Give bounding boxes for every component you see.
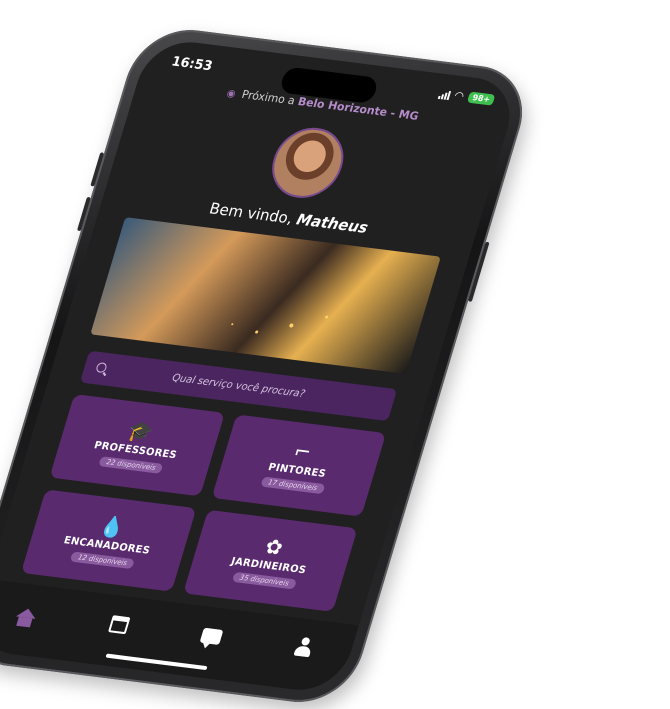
service-count: 12 disponíveis xyxy=(69,550,136,569)
welcome-name: Matheus xyxy=(294,210,371,237)
hero-spark xyxy=(230,322,234,326)
nav-chat[interactable] xyxy=(186,619,237,652)
status-icons: ◠ 98+ xyxy=(437,88,496,106)
hero-spark xyxy=(288,322,295,328)
service-card-encanadores[interactable]: 💧 ENCANADORES 12 disponíveis xyxy=(20,489,196,592)
service-card-pintores[interactable]: ⌐ PINTORES 17 disponíveis xyxy=(211,414,387,517)
location-pin-icon: ◉ xyxy=(225,88,238,100)
graduation-cap-icon: 🎓 xyxy=(125,417,157,445)
avatar[interactable] xyxy=(262,123,352,202)
phone-mockup: 16:53 ◠ 98+ ◉ Próximo a Belo Horizonte -… xyxy=(0,23,537,709)
paint-roller-icon: ⌐ xyxy=(291,438,315,465)
service-count: 35 disponíveis xyxy=(231,571,298,589)
nav-home[interactable] xyxy=(1,596,52,629)
service-count: 22 disponíveis xyxy=(98,455,164,474)
battery-badge: 98+ xyxy=(467,91,496,106)
flower-icon: ✿ xyxy=(262,533,287,560)
service-count: 17 disponíveis xyxy=(260,475,326,494)
service-card-jardineiros[interactable]: ✿ JARDINEIROS 35 disponíveis xyxy=(182,509,358,612)
hero-spark xyxy=(254,330,258,334)
calendar-icon xyxy=(108,614,131,634)
service-card-professores[interactable]: 🎓 PROFESSORES 22 disponíveis xyxy=(49,394,225,497)
chat-icon xyxy=(199,627,224,645)
service-title: PINTORES xyxy=(266,461,328,480)
signal-icon xyxy=(437,88,451,100)
hero-image xyxy=(90,217,441,374)
hero-spark xyxy=(324,315,329,319)
status-time: 16:53 xyxy=(169,54,215,75)
nav-calendar[interactable] xyxy=(94,608,145,641)
nav-profile[interactable] xyxy=(279,631,330,664)
home-icon xyxy=(15,606,38,619)
user-icon xyxy=(293,636,316,658)
welcome-greeting: Bem vindo, xyxy=(207,199,296,228)
water-drop-icon: 💧 xyxy=(97,512,129,540)
wifi-icon: ◠ xyxy=(452,88,466,103)
